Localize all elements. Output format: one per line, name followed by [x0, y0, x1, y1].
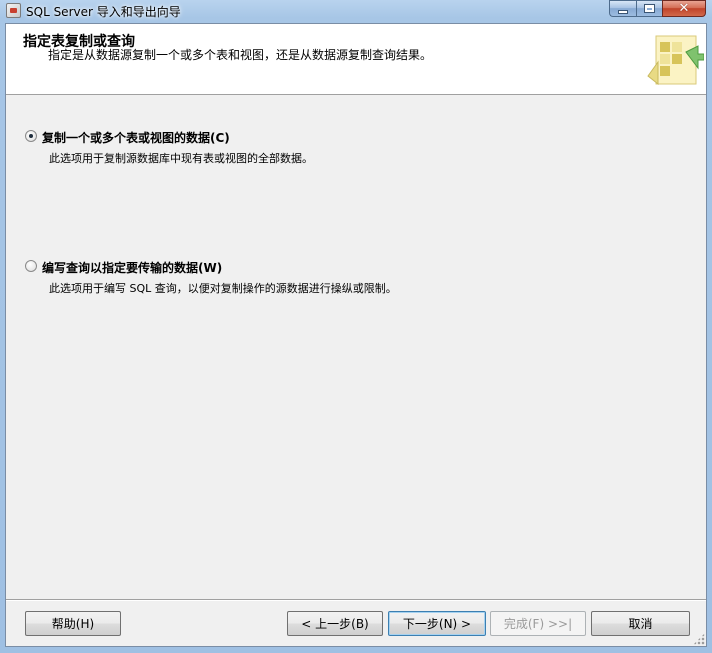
help-button[interactable]: 帮助(H)	[25, 611, 121, 636]
cancel-button[interactable]: 取消	[591, 611, 690, 636]
wizard-header-icon	[647, 35, 704, 86]
resize-grip[interactable]	[693, 633, 705, 645]
title-bar[interactable]: SQL Server 导入和导出向导 ✕	[0, 0, 712, 22]
next-button[interactable]: 下一步(N) >	[388, 611, 486, 636]
finish-button[interactable]: 完成(F) >>|	[490, 611, 586, 636]
wizard-header: 指定表复制或查询 指定是从数据源复制一个或多个表和视图，还是从数据源复制查询结果…	[6, 24, 706, 95]
option-copy-tables[interactable]: 复制一个或多个表或视图的数据(C) 此选项用于复制源数据库中现有表或视图的全部数…	[25, 129, 685, 169]
option-copy-tables-label[interactable]: 复制一个或多个表或视图的数据(C)	[42, 129, 230, 146]
window-title: SQL Server 导入和导出向导	[26, 5, 181, 19]
radio-write-query[interactable]	[25, 260, 37, 272]
wizard-window: SQL Server 导入和导出向导 ✕ 指定表复制或查询 指定是从数据源复制一…	[0, 0, 712, 653]
page-description: 指定是从数据源复制一个或多个表和视图，还是从数据源复制查询结果。	[48, 48, 433, 62]
footer-divider	[6, 599, 706, 601]
maximize-button[interactable]	[636, 0, 662, 17]
minimize-button[interactable]	[609, 0, 636, 17]
app-icon	[6, 3, 21, 18]
close-icon: ✕	[678, 1, 690, 16]
radio-copy-tables[interactable]	[25, 130, 37, 142]
caption-buttons: ✕	[609, 0, 706, 18]
wizard-client-area: 指定表复制或查询 指定是从数据源复制一个或多个表和视图，还是从数据源复制查询结果…	[5, 23, 707, 647]
option-write-query-label[interactable]: 编写查询以指定要传输的数据(W)	[42, 259, 222, 276]
option-copy-tables-description: 此选项用于复制源数据库中现有表或视图的全部数据。	[49, 152, 313, 165]
maximize-icon	[645, 5, 654, 12]
back-button[interactable]: < 上一步(B)	[287, 611, 383, 636]
close-button[interactable]: ✕	[662, 0, 706, 17]
minimize-icon	[619, 10, 627, 13]
option-write-query[interactable]: 编写查询以指定要传输的数据(W) 此选项用于编写 SQL 查询，以便对复制操作的…	[25, 259, 685, 299]
option-write-query-description: 此选项用于编写 SQL 查询，以便对复制操作的源数据进行操纵或限制。	[49, 282, 397, 295]
